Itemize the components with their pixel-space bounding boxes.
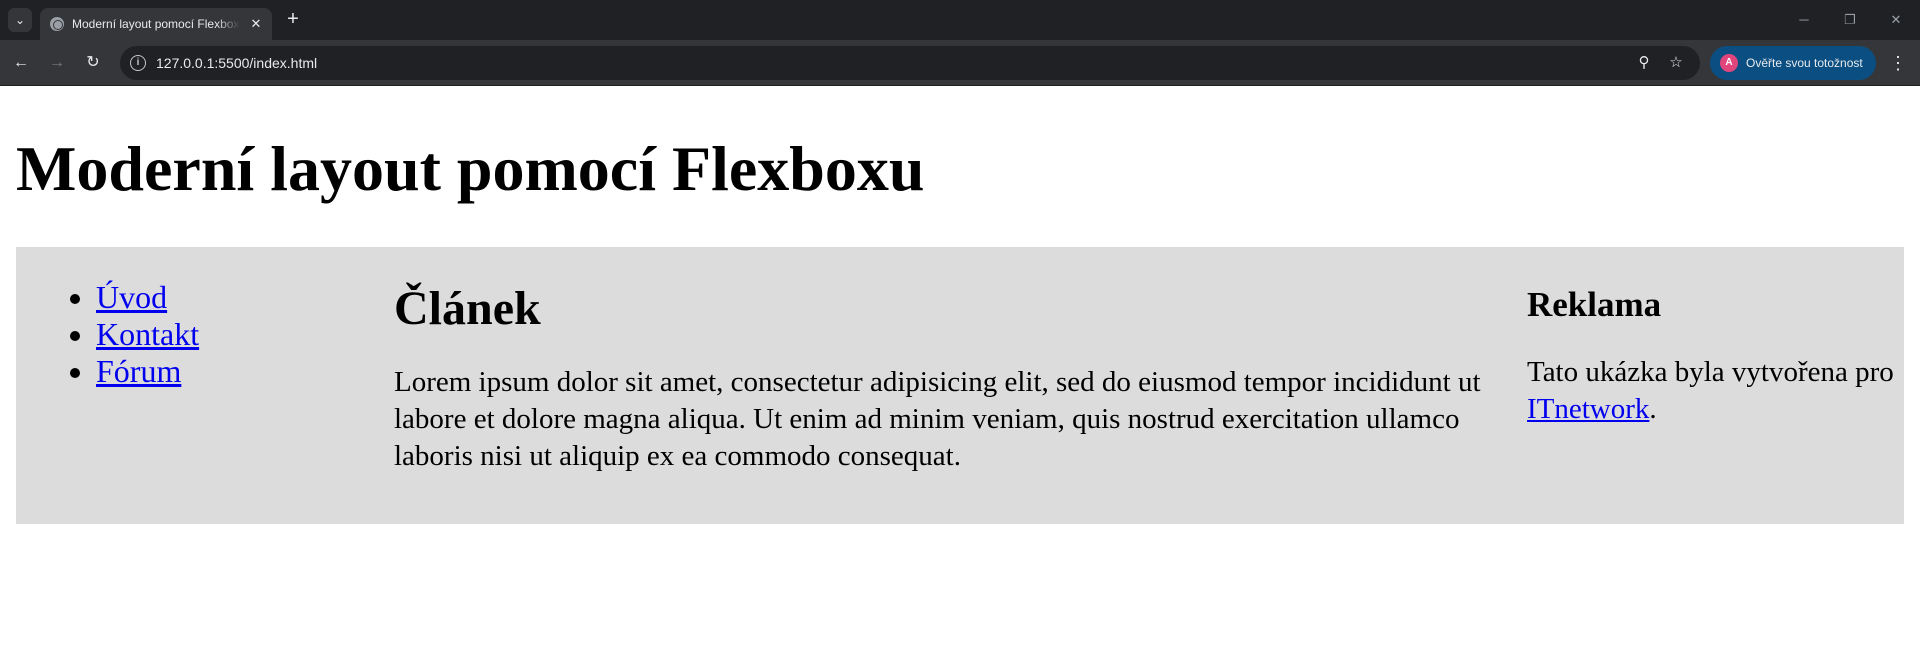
restore-button[interactable]: ❐ <box>1838 8 1862 32</box>
tab-title: Moderní layout pomocí Flexboxu <box>72 16 240 32</box>
aside-ad: Reklama Tato ukázka byla vytvořena pro I… <box>1527 285 1897 428</box>
chevron-down-icon: ⌄ <box>14 13 26 27</box>
window-close-button[interactable]: ✕ <box>1884 8 1908 32</box>
profile-label: Ověřte svou totožnost <box>1746 56 1863 70</box>
profile-button[interactable]: A Ověřte svou totožnost <box>1710 46 1876 80</box>
arrow-right-icon: → <box>49 54 65 71</box>
main-nav: Úvod Kontakt Fórum <box>96 279 199 390</box>
site-info-icon[interactable]: i <box>130 55 146 71</box>
globe-icon <box>50 17 64 31</box>
article: Článek Lorem ipsum dolor sit amet, conse… <box>394 281 1504 475</box>
tab-search-button[interactable]: ⌄ <box>8 8 32 32</box>
page-title: Moderní layout pomocí Flexboxu <box>16 133 925 204</box>
close-icon[interactable]: ✕ <box>248 16 264 32</box>
back-button[interactable]: ← <box>9 51 33 75</box>
nav-item-kontakt: Kontakt <box>96 316 199 353</box>
zoom-icon[interactable]: ⚲ <box>1634 53 1654 73</box>
nav-item-uvod: Úvod <box>96 279 199 316</box>
nav-link-uvod[interactable]: Úvod <box>96 279 167 315</box>
nav-link-forum[interactable]: Fórum <box>96 353 181 389</box>
url-text[interactable]: 127.0.0.1:5500/index.html <box>156 55 317 71</box>
minimize-button[interactable]: ─ <box>1792 8 1816 32</box>
forward-button[interactable]: → <box>45 51 69 75</box>
itnetwork-link[interactable]: ITnetwork <box>1527 393 1649 425</box>
article-text: Lorem ipsum dolor sit amet, consectetur … <box>394 366 1481 472</box>
new-tab-button[interactable]: + <box>282 9 304 31</box>
nav-item-forum: Fórum <box>96 353 199 390</box>
flex-container: Úvod Kontakt Fórum Článek Lorem ipsum do… <box>16 247 1904 524</box>
plus-icon: + <box>287 8 299 30</box>
bookmark-star-icon[interactable]: ☆ <box>1666 53 1686 73</box>
avatar: A <box>1720 54 1738 72</box>
browser-toolbar: ← → ↻ i 127.0.0.1:5500/index.html ⚲ ☆ A … <box>0 40 1920 86</box>
aside-text: Tato ukázka byla vytvořena pro ITnetwork… <box>1527 354 1897 428</box>
aside-text-after: . <box>1649 393 1657 425</box>
article-heading: Článek <box>394 282 541 335</box>
nav-link-kontakt[interactable]: Kontakt <box>96 316 199 352</box>
aside-heading: Reklama <box>1527 285 1662 324</box>
active-tab[interactable]: Moderní layout pomocí Flexboxu ✕ <box>40 8 272 40</box>
reload-button[interactable]: ↻ <box>81 51 105 75</box>
menu-button[interactable]: ⋮ <box>1886 51 1910 75</box>
address-bar[interactable]: i 127.0.0.1:5500/index.html ⚲ ☆ <box>120 46 1700 80</box>
page-viewport: Moderní layout pomocí Flexboxu Úvod Kont… <box>0 87 1920 649</box>
aside-text-before: Tato ukázka byla vytvořena pro <box>1527 356 1894 388</box>
reload-icon: ↻ <box>86 54 100 71</box>
tab-strip: ⌄ Moderní layout pomocí Flexboxu ✕ + ─ ❐… <box>0 0 1920 40</box>
arrow-left-icon: ← <box>13 54 29 71</box>
more-vert-icon: ⋮ <box>1889 53 1907 73</box>
